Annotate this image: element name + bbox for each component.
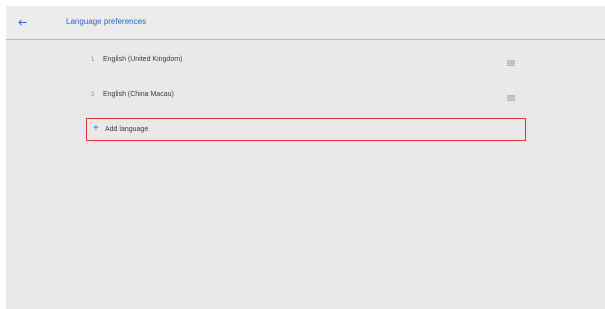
language-name: English (United Kingdom) [103,56,183,63]
drag-handle-icon[interactable] [506,55,516,66]
settings-screen: Language preferences 1 English (United K… [6,6,605,309]
language-number: 1 [91,57,95,63]
plus-icon: + [93,123,99,134]
arrow-left-icon [17,18,26,26]
app-bar: Language preferences [6,6,605,40]
language-name: English (China Macau) [103,91,174,98]
add-language-button[interactable]: + Add language [86,118,526,141]
language-number: 2 [91,92,95,98]
back-button[interactable] [14,14,30,30]
page-title: Language preferences [66,17,147,26]
language-item[interactable]: 2 English (China Macau) [86,86,526,106]
add-language-label: Add language [105,126,149,133]
drag-handle-icon[interactable] [506,90,516,101]
language-item[interactable]: 1 English (United Kingdom) [86,51,526,71]
